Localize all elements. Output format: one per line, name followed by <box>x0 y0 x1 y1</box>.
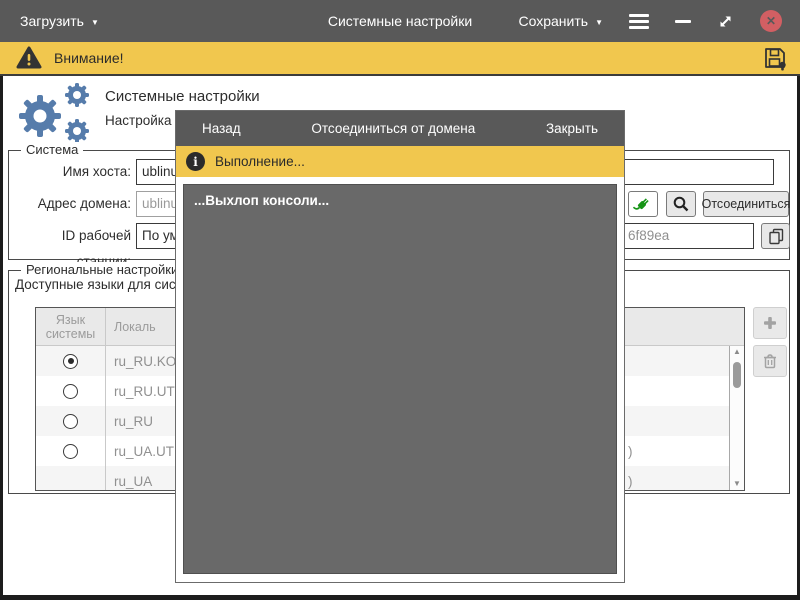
table-scrollbar[interactable]: ▲ ▼ <box>729 346 744 490</box>
column-header-language: Язык системы <box>36 308 106 345</box>
locale-radio[interactable] <box>63 443 78 459</box>
workstation-id-suffix: 6f89ea <box>628 228 670 243</box>
delete-locale-button[interactable] <box>753 345 787 377</box>
scroll-down-icon[interactable]: ▼ <box>733 478 741 490</box>
search-icon <box>673 196 689 212</box>
warning-icon <box>16 46 42 69</box>
hamburger-menu-icon[interactable] <box>629 13 649 29</box>
page-subtitle: Настройка <box>105 113 172 128</box>
trash-icon <box>764 354 776 369</box>
scrollbar-thumb[interactable] <box>733 362 741 388</box>
expand-icon[interactable] <box>717 13 734 30</box>
save-floppy-button[interactable] <box>762 45 788 71</box>
close-window-button[interactable] <box>760 10 782 32</box>
hostname-label: Имя хоста: <box>62 164 131 179</box>
minimize-button[interactable] <box>675 19 691 23</box>
copy-icon <box>768 228 783 245</box>
save-menu-label: Сохранить <box>518 13 589 29</box>
plus-icon <box>764 317 776 329</box>
dialog-header: Назад Отсоединиться от домена Закрыть <box>176 111 624 146</box>
add-locale-button[interactable] <box>753 307 787 339</box>
warning-bar: Внимание! <box>0 42 800 76</box>
save-menu-button[interactable]: Сохранить <box>519 13 604 29</box>
regional-section-legend: Региональные настройки <box>21 262 184 277</box>
dialog-status-bar: Выполнение... <box>176 146 624 177</box>
window-title: Системные настройки <box>327 13 473 29</box>
disconnect-button[interactable]: Отсоединиться <box>702 191 790 217</box>
dialog-close-button[interactable]: Закрыть <box>546 121 598 136</box>
progress-dialog: Назад Отсоединиться от домена Закрыть Вы… <box>175 110 625 583</box>
locale-radio[interactable] <box>63 353 78 369</box>
info-icon <box>186 152 205 171</box>
window-frame-bottom <box>0 595 800 600</box>
copy-id-button[interactable] <box>761 223 790 249</box>
load-menu-button[interactable]: Загрузить <box>20 13 99 29</box>
languages-description: Доступные языки для систе <box>15 277 181 292</box>
window-frame-left <box>0 76 3 600</box>
gears-icon <box>19 83 89 143</box>
locale-radio[interactable] <box>63 413 78 429</box>
warning-message: Внимание! <box>54 50 124 66</box>
dialog-disconnect-button[interactable]: Отсоединиться от домена <box>311 121 475 136</box>
plug-icon <box>633 198 649 210</box>
console-output: ...Выхлоп консоли... <box>183 184 617 574</box>
connect-plug-button[interactable] <box>628 191 658 217</box>
dialog-status-message: Выполнение... <box>215 154 305 169</box>
search-domain-button[interactable] <box>666 191 696 217</box>
system-section-legend: Система <box>21 142 84 157</box>
titlebar: Загрузить Системные настройки Сохранить <box>0 0 800 42</box>
scroll-up-icon[interactable]: ▲ <box>733 346 741 358</box>
page-title: Системные настройки <box>105 88 260 105</box>
dialog-back-button[interactable]: Назад <box>202 121 241 136</box>
locale-radio[interactable] <box>63 383 78 399</box>
domain-label: Адрес домена: <box>37 196 131 211</box>
load-menu-label: Загрузить <box>20 13 84 29</box>
